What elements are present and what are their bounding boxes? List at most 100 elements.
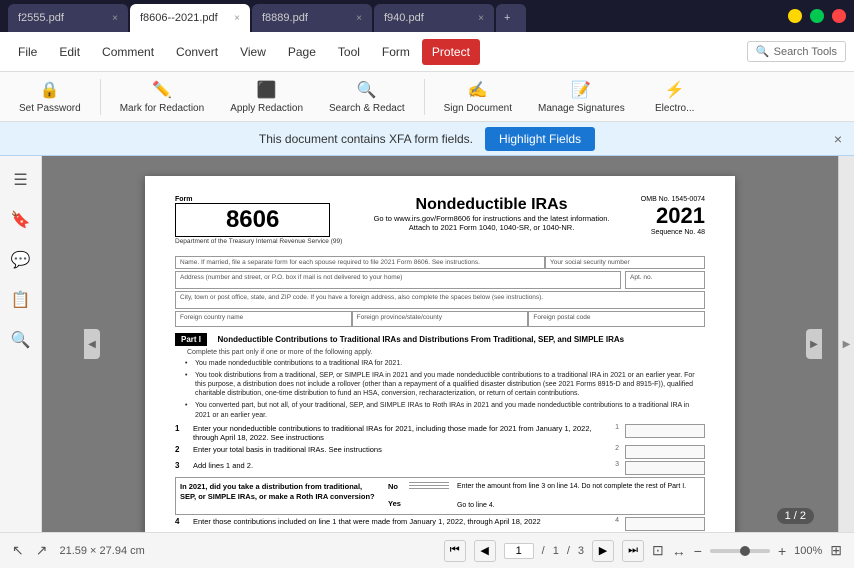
select-icon[interactable]: ↗ — [36, 542, 48, 559]
menu-form[interactable]: Form — [372, 39, 420, 65]
page-input[interactable] — [504, 543, 534, 559]
menu-file[interactable]: File — [8, 39, 47, 65]
minimize-button[interactable] — [788, 9, 802, 23]
search-redact-icon: 🔍 — [357, 80, 377, 100]
menu-edit[interactable]: Edit — [49, 39, 90, 65]
line-4-box[interactable] — [625, 517, 705, 531]
omb-section: OMB No. 1545-0074 2021 Sequence No. 48 — [641, 196, 705, 236]
line-4-row: 4 Enter those contributions included on … — [175, 517, 705, 531]
tab-f940[interactable]: f940.pdf × — [374, 4, 494, 32]
line-3-box[interactable] — [625, 461, 705, 475]
electronic-button[interactable]: ⚡ Electro... — [640, 75, 710, 119]
apply-redaction-button[interactable]: ⬛ Apply Redaction — [219, 75, 314, 119]
new-tab-button[interactable]: + — [496, 4, 526, 32]
fit-page-icon[interactable]: ⊡ — [652, 542, 664, 559]
yes-answer: Go to line 4. — [457, 501, 700, 510]
status-bar: ↖ ↗ 21.59 × 27.94 cm ⏮ ◀ / 1 / 3 ▶ ⏭ ⊡ ↔… — [0, 532, 854, 568]
title-bar: f2555.pdf × f8606--2021.pdf × f8889.pdf … — [0, 0, 854, 32]
foreign-postal-label: Foreign postal code — [533, 314, 700, 321]
name-field[interactable]: Name. If married, file a separate form f… — [175, 256, 545, 269]
bullet-item-3: You converted part, but not all, of your… — [195, 401, 705, 419]
sidebar-icon-layers[interactable]: 📋 — [5, 284, 37, 316]
banner-close-button[interactable]: × — [834, 131, 842, 147]
right-sidebar-handle[interactable]: ▶ — [838, 156, 854, 532]
search-tools[interactable]: 🔍 Search Tools — [747, 41, 846, 62]
yes-no-answers: Enter the amount from line 3 on line 14.… — [457, 482, 700, 510]
menu-tool[interactable]: Tool — [328, 39, 370, 65]
menu-page[interactable]: Page — [278, 39, 326, 65]
zoom-thumb — [740, 546, 750, 556]
zoom-out-icon[interactable]: − — [694, 543, 702, 559]
tab-f8889[interactable]: f8889.pdf × — [252, 4, 372, 32]
tab-f8606[interactable]: f8606--2021.pdf × — [130, 4, 250, 32]
foreign-country-field[interactable]: Foreign country name — [175, 311, 352, 327]
zoom-slider[interactable] — [710, 549, 770, 553]
foreign-province-field[interactable]: Foreign province/state/county — [352, 311, 529, 327]
search-redact-button[interactable]: 🔍 Search & Redact — [318, 75, 416, 119]
sidebar-icon-search[interactable]: 🔍 — [5, 324, 37, 356]
document-view: ◀ Form 8606 Department of the Treasury I… — [42, 156, 838, 532]
foreign-postal-field[interactable]: Foreign postal code — [528, 311, 705, 327]
close-button[interactable] — [832, 9, 846, 23]
menu-bar: File Edit Comment Convert View Page Tool… — [0, 32, 854, 72]
tab-label: f940.pdf — [384, 12, 424, 24]
bullet-list: You made nondeductible contributions to … — [195, 359, 705, 420]
ssn-field[interactable]: Your social security number — [545, 256, 705, 269]
left-panel-toggle[interactable]: ◀ — [84, 329, 100, 359]
line-1-num: 1 — [175, 424, 187, 433]
signatures-icon: 📝 — [571, 80, 591, 100]
fit-width-icon[interactable]: ↔ — [672, 543, 686, 559]
status-bar-right: ⏮ ◀ / 1 / 3 ▶ ⏭ ⊡ ↔ − + 100% ⊞ — [444, 540, 842, 562]
next-page-button[interactable]: ▶ — [592, 540, 614, 562]
right-panel-toggle[interactable]: ▶ — [806, 329, 822, 359]
apt-field[interactable]: Apt. no. — [625, 271, 705, 289]
search-tools-label: Search Tools — [774, 46, 837, 58]
xfa-banner: This document contains XFA form fields. … — [0, 122, 854, 156]
first-page-button[interactable]: ⏮ — [444, 540, 466, 562]
mark-redaction-button[interactable]: ✏️ Mark for Redaction — [109, 75, 215, 119]
year: 2021 — [641, 203, 705, 229]
line-1-box[interactable] — [625, 424, 705, 438]
sign-document-button[interactable]: ✍️ Sign Document — [433, 75, 523, 119]
grid-icon[interactable]: ⊞ — [830, 542, 842, 559]
name-label: Name. If married, file a separate form f… — [180, 259, 540, 266]
menu-protect[interactable]: Protect — [422, 39, 480, 65]
prev-page-button[interactable]: ◀ — [474, 540, 496, 562]
menu-comment[interactable]: Comment — [92, 39, 164, 65]
address-field[interactable]: Address (number and street, or P.O. box … — [175, 271, 621, 289]
menu-convert[interactable]: Convert — [166, 39, 228, 65]
menu-view[interactable]: View — [230, 39, 276, 65]
form-subtitle2: Attach to 2021 Form 1040, 1040-SR, or 10… — [342, 223, 641, 232]
sidebar-icon-bookmark[interactable]: 🔖 — [5, 204, 37, 236]
zoom-in-icon[interactable]: + — [778, 543, 786, 559]
form-label: Form — [175, 196, 342, 203]
tab-close-f2555[interactable]: × — [112, 13, 118, 24]
ssn-label: Your social security number — [550, 259, 700, 266]
sidebar-icon-hand[interactable]: ☰ — [5, 164, 37, 196]
set-password-button[interactable]: 🔒 Set Password — [8, 75, 92, 119]
line-2-box[interactable] — [625, 445, 705, 459]
toolbar-sep-2 — [424, 79, 425, 115]
city-field[interactable]: City, town or post office, state, and ZI… — [175, 291, 705, 309]
tab-close-f8889[interactable]: × — [356, 13, 362, 24]
line-3-num: 3 — [175, 461, 187, 470]
apply-redaction-label: Apply Redaction — [230, 103, 303, 114]
maximize-button[interactable] — [810, 9, 824, 23]
cursor-icon[interactable]: ↖ — [12, 542, 24, 559]
highlight-fields-button[interactable]: Highlight Fields — [485, 127, 595, 151]
foreign-row: Foreign country name Foreign province/st… — [175, 311, 705, 327]
tab-f2555[interactable]: f2555.pdf × — [8, 4, 128, 32]
last-page-button[interactable]: ⏭ — [622, 540, 644, 562]
bullet-item-2: You took distributions from a traditiona… — [195, 371, 705, 398]
sidebar-icon-comment[interactable]: 💬 — [5, 244, 37, 276]
toolbar: 🔒 Set Password ✏️ Mark for Redaction ⬛ A… — [0, 72, 854, 122]
tab-close-f8606[interactable]: × — [234, 13, 240, 24]
line-4-num: 4 — [175, 517, 187, 526]
tab-label: f8606--2021.pdf — [140, 12, 218, 24]
manage-signatures-button[interactable]: 📝 Manage Signatures — [527, 75, 636, 119]
redact-apply-icon: ⬛ — [257, 80, 277, 100]
no-label: No — [388, 482, 401, 491]
form-title-section: Nondeductible IRAs Go to www.irs.gov/For… — [342, 196, 641, 232]
tab-close-f940[interactable]: × — [478, 13, 484, 24]
search-redact-label: Search & Redact — [329, 103, 405, 114]
